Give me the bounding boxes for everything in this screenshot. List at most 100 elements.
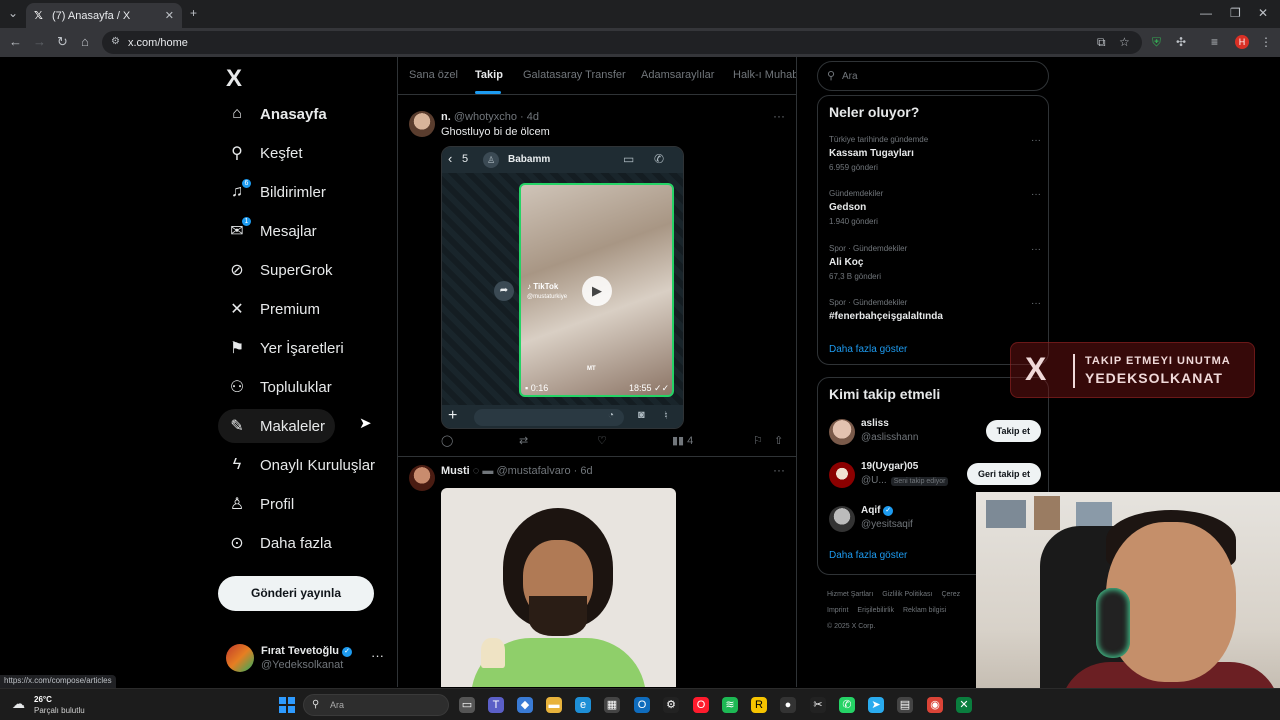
like-icon[interactable]: ♡ [597, 434, 607, 447]
trend-item[interactable]: Gündemdekiler Gedson 1.940 gönderi ··· [829, 189, 1041, 226]
browser-profile-avatar[interactable]: H [1235, 35, 1249, 49]
suggested-account[interactable]: asliss @aslisshann Takip et [829, 418, 1041, 448]
sidebar-item-topluluklar[interactable]: ⚇ Topluluklar [218, 370, 342, 404]
sidebar-item-keşfet[interactable]: ⚲ Keşfet [218, 136, 313, 170]
sidebar-item-bildirimler[interactable]: ♫ 6 Bildirimler [218, 175, 336, 209]
spotify-icon[interactable]: ≋ [722, 697, 738, 713]
reload-icon[interactable]: ↻ [57, 34, 68, 50]
trend-more-icon[interactable]: ··· [1031, 135, 1041, 146]
post-media-screenshot[interactable]: ‹ 5 ♙ Babamm ▭ ✆ ➦ ♪ TikTok @mustaturkiye… [441, 146, 684, 429]
show-more-trends-link[interactable]: Daha fazla göster [829, 344, 907, 355]
xbox-icon[interactable]: ✕ [956, 697, 972, 713]
back-icon[interactable]: ← [9, 34, 22, 49]
post-time[interactable]: 4d [527, 111, 539, 123]
chrome-icon[interactable]: ◉ [927, 697, 943, 713]
trend-more-icon[interactable]: ··· [1031, 244, 1041, 255]
weather-widget[interactable]: ☁ 26°C Parçalı bulutlu [12, 693, 112, 717]
post-more-icon[interactable]: ··· [773, 463, 785, 477]
post-author-handle[interactable]: @mustafalvaro [496, 465, 570, 477]
browser-tab[interactable]: 𝕏 (7) Anasayfa / X ✕ [26, 3, 182, 28]
post-button[interactable]: Gönderi yayınla [218, 576, 374, 611]
trend-item[interactable]: Türkiye tarihinde gündemde Kassam Tugayl… [829, 135, 1041, 172]
rockstar-icon[interactable]: R [751, 697, 767, 713]
whatsapp-icon[interactable]: ✆ [839, 697, 855, 713]
show-more-follow-link[interactable]: Daha fazla göster [829, 550, 907, 561]
sidebar-item-anasayfa[interactable]: ⌂ Anasayfa [218, 97, 337, 131]
forward-icon[interactable]: → [33, 34, 46, 49]
account-more-icon[interactable]: ··· [371, 648, 384, 663]
verified-badge-icon: ✓ [342, 647, 353, 657]
notes-icon[interactable]: ▤ [897, 697, 913, 713]
minimize-icon[interactable]: — [1200, 6, 1212, 20]
tab-search-icon[interactable]: ⌄ [8, 6, 18, 20]
post-author-avatar[interactable] [409, 111, 435, 137]
tab-sana-ozel[interactable]: Sana özel [409, 69, 458, 81]
tab-adamsaraylilar[interactable]: Adamsaraylılar [641, 69, 714, 81]
extensions-icon[interactable]: ✣ [1176, 35, 1186, 49]
sidebar-item-supergrok[interactable]: ⊘ SuperGrok [218, 253, 343, 287]
play-icon[interactable]: ▶ [582, 276, 612, 306]
copilot-icon[interactable]: ◆ [517, 697, 533, 713]
trend-item[interactable]: Spor · Gündemdekiler #fenerbahçeişgalalt… [829, 298, 1041, 322]
chevron-left-icon: ‹ [448, 151, 453, 166]
windows-taskbar: ☁ 26°C Parçalı bulutlu ⚲ Ara ▭ T ◆ ▬ e ▦… [0, 688, 1280, 720]
repost-icon[interactable]: ⇄ [519, 434, 528, 447]
tab-galatasaray-transfer[interactable]: Galatasaray Transfer [523, 69, 626, 81]
post-media-image[interactable] [441, 488, 676, 687]
file-explorer-icon[interactable]: ▬ [546, 697, 562, 713]
close-tab-icon[interactable]: ✕ [165, 9, 174, 22]
tab-halk-i-muhab[interactable]: Halk-ı Muhab [733, 69, 796, 81]
sidebar-item-makaleler[interactable]: ✎ Makaleler [218, 409, 336, 443]
bookmark-icon[interactable]: ⚐ [753, 434, 763, 447]
address-bar[interactable]: ⚙ x.com/home [102, 31, 1142, 54]
media-controls-icon[interactable]: ≡ [1211, 35, 1218, 49]
search-box[interactable]: ⚲ [817, 61, 1049, 91]
trend-more-icon[interactable]: ··· [1031, 189, 1041, 200]
reply-icon[interactable]: ◯ [441, 434, 453, 447]
telegram-icon[interactable]: ➤ [868, 697, 884, 713]
opera-icon[interactable]: O [693, 697, 709, 713]
home-button-icon[interactable]: ⌂ [81, 34, 89, 49]
windows-start-icon[interactable] [279, 697, 295, 713]
sidebar-item-mesajlar[interactable]: ✉ 1 Mesajlar [218, 214, 327, 248]
close-window-icon[interactable]: ✕ [1258, 6, 1268, 20]
sidebar-item-daha-fazla[interactable]: ⊙ Daha fazla [218, 526, 342, 560]
bookmark-star-icon[interactable]: ☆ [1119, 35, 1130, 49]
account-switcher[interactable]: Fırat Tevetoğlu ✓ @Yedeksolkanat ··· [226, 642, 396, 676]
chrome-menu-icon[interactable]: ⋮ [1260, 35, 1272, 49]
obs-icon[interactable]: ● [780, 697, 796, 713]
search-input[interactable] [842, 69, 1032, 83]
edge-icon[interactable]: e [575, 697, 591, 713]
new-tab-icon[interactable]: + [190, 6, 197, 20]
post-author-name[interactable]: n. [441, 111, 451, 123]
post-time[interactable]: 6d [580, 465, 592, 477]
post-author-name[interactable]: Musti [441, 465, 470, 477]
teams-icon[interactable]: T [488, 697, 504, 713]
tab-takip[interactable]: Takip [475, 69, 503, 81]
taskbar-search[interactable]: ⚲ Ara [303, 694, 449, 716]
share-icon[interactable]: ⇧ [774, 434, 783, 447]
task-view-icon[interactable]: ▭ [459, 697, 475, 713]
post-author-handle[interactable]: @whotyxcho [454, 111, 517, 123]
trend-item[interactable]: Spor · Gündemdekiler Ali Koç 67,3 B gönd… [829, 244, 1041, 281]
maximize-icon[interactable]: ❐ [1230, 6, 1241, 20]
suggested-account[interactable]: 19(Uygar)05 @U... Seni takip ediyor Geri … [829, 461, 1041, 491]
x-logo-icon[interactable]: X [226, 65, 242, 93]
post-more-icon[interactable]: ··· [773, 109, 785, 123]
store-icon[interactable]: ▦ [604, 697, 620, 713]
trend-more-icon[interactable]: ··· [1031, 298, 1041, 309]
settings-icon[interactable]: ⚙ [663, 697, 679, 713]
site-info-icon[interactable]: ⚙ [111, 36, 120, 47]
sidebar-item-onaylı-kuruluşlar[interactable]: ϟ Onaylı Kuruluşlar [218, 448, 385, 482]
follow-button[interactable]: Takip et [985, 420, 1041, 442]
sidebar-item-premium[interactable]: ✕ Premium [218, 292, 330, 326]
follow-back-button[interactable]: Geri takip et [966, 463, 1041, 485]
views-icon[interactable]: ▮▮ 4 [672, 434, 693, 447]
install-app-icon[interactable]: ⧉ [1097, 35, 1106, 50]
sidebar-item-profil[interactable]: ♙ Profil [218, 487, 304, 521]
outlook-icon[interactable]: O [634, 697, 650, 713]
shield-extension-icon[interactable]: ⛨ [1152, 35, 1161, 50]
capcut-icon[interactable]: ✂ [810, 697, 826, 713]
post-author-avatar[interactable] [409, 465, 435, 491]
sidebar-item-yer-i-şaretleri[interactable]: ⚑ Yer İşaretleri [218, 331, 354, 365]
